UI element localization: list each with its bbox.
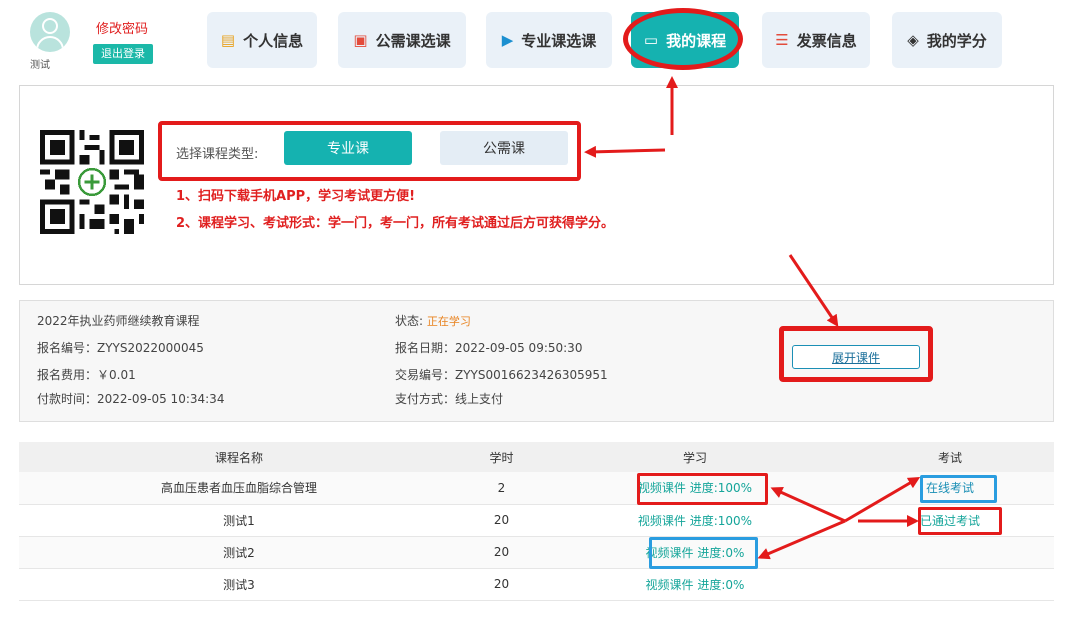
status-badge: 正在学习 (426, 315, 471, 328)
exam-cell (846, 536, 1054, 569)
table-row: 测试2 20 视频课件 进度:0% (19, 536, 1054, 569)
course-hours: 20 (459, 536, 544, 569)
course-table: 课程名称 学时 学习 考试 高血压患者血压血脂综合管理 2 视频课件 进度:10… (19, 442, 1054, 601)
course-hours: 20 (459, 568, 544, 601)
study-link[interactable]: 视频课件 进度:0% (646, 578, 745, 592)
tab-my-credits[interactable]: ◈ 我的学分 (892, 12, 1002, 68)
registration-date: 报名日期：2022-09-05 09:50:30 (395, 341, 583, 355)
invoice-icon: ☰ (775, 31, 789, 49)
username: 测试 (30, 60, 50, 71)
annotation-box (918, 507, 1002, 535)
enrollment-title: 2022年执业药师继续教育课程 (37, 314, 200, 328)
course-type-panel (19, 85, 1054, 285)
tab-public-course-select[interactable]: ▣ 公需课选课 (338, 12, 466, 68)
status-label: 状态: (395, 314, 424, 328)
tab-label: 我的学分 (926, 31, 987, 50)
course-hours: 2 (459, 472, 544, 505)
tab-label: 发票信息 (796, 31, 857, 50)
tab-pro-course-select[interactable]: ▶ 专业课选课 (486, 12, 612, 68)
public-course-button[interactable]: 公需课 (440, 131, 568, 165)
tip-line-1: 1、扫码下载手机APP，学习考试更方便! (176, 189, 416, 204)
exam-cell (846, 568, 1054, 601)
registration-fee: 报名费用：￥0.01 (37, 368, 136, 382)
payment-method: 支付方式：线上支付 (395, 392, 504, 406)
qr-code (40, 130, 144, 234)
status: 状态: 正在学习 (395, 312, 471, 329)
course-name: 测试3 (19, 568, 459, 601)
table-row: 测试3 20 视频课件 进度:0% (19, 568, 1054, 601)
table-header-row: 课程名称 学时 学习 考试 (19, 442, 1054, 472)
table-row: 测试1 20 视频课件 进度:100% 已通过考试 (19, 504, 1054, 537)
tab-invoice-info[interactable]: ☰ 发票信息 (762, 12, 870, 68)
study-link[interactable]: 视频课件 进度:100% (638, 514, 752, 528)
avatar (30, 12, 70, 52)
document-icon: ▣ (353, 31, 368, 49)
annotation-ring (623, 8, 743, 70)
course-name: 测试2 (19, 536, 459, 569)
annotation-box (637, 473, 768, 505)
registration-number: 报名编号：ZYYS2022000045 (37, 341, 204, 355)
tab-label: 专业课选课 (521, 31, 597, 50)
logout-button[interactable]: 退出登录 (93, 44, 153, 64)
tip-line-2: 2、课程学习、考试形式：学一门，考一门，所有考试通过后方可获得学分。 (176, 216, 615, 231)
column-header: 课程名称 (19, 442, 459, 472)
course-name: 高血压患者血压血脂综合管理 (19, 472, 459, 505)
payment-time: 付款时间：2022-09-05 10:34:34 (37, 392, 225, 406)
tab-label: 公需课选课 (375, 31, 451, 50)
annotation-box (649, 537, 758, 569)
id-card-icon: ▤ (220, 31, 236, 49)
expand-courseware-button[interactable]: 展开课件 (792, 345, 920, 369)
video-icon: ▶ (501, 31, 514, 49)
trade-number: 交易编号：ZYYS0016623426305951 (395, 368, 608, 382)
change-password-link[interactable]: 修改密码 (96, 18, 148, 37)
course-hours: 20 (459, 504, 544, 537)
annotation-box (920, 475, 997, 503)
table-row: 高血压患者血压血脂综合管理 2 视频课件 进度:100% 在线考试 (19, 472, 1054, 505)
professional-course-button[interactable]: 专业课 (284, 131, 412, 165)
column-header: 学时 (459, 442, 544, 472)
column-header: 学习 (544, 442, 846, 472)
tab-personal-info[interactable]: ▤ 个人信息 (207, 12, 317, 68)
graduation-cap-icon: ◈ (907, 31, 919, 49)
column-header: 考试 (846, 442, 1054, 472)
course-type-label: 选择课程类型: (176, 147, 259, 162)
tab-label: 个人信息 (243, 31, 304, 50)
course-name: 测试1 (19, 504, 459, 537)
